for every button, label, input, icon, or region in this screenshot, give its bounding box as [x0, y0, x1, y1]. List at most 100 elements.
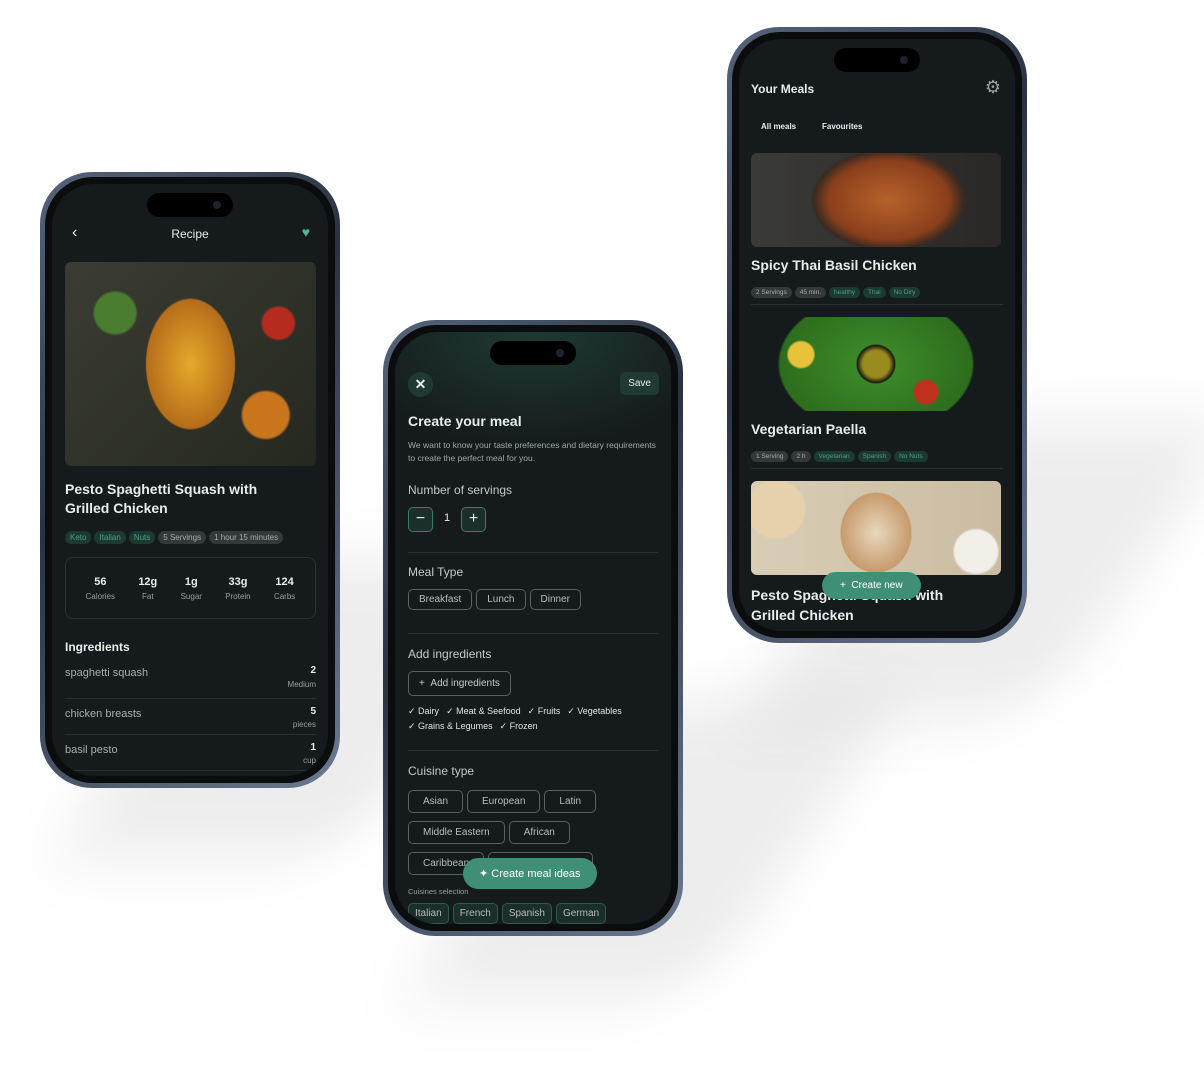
tag: healthy	[829, 287, 861, 298]
ingredient-row[interactable]: spaghetti squash 2 Medium	[65, 663, 316, 699]
tag: No Nuts	[894, 451, 928, 462]
nutrition-label: Carbs	[273, 591, 296, 601]
selected-chip[interactable]: French	[452, 903, 498, 924]
selected-chip[interactable]: German	[555, 903, 607, 924]
ingredient-unit: cup	[303, 756, 316, 765]
nutrition-item: 124 Carbs	[274, 576, 295, 601]
ingredient-row[interactable]: chicken breasts 5 pieces	[65, 699, 316, 735]
add-ingredients-label: Add ingredients	[430, 678, 500, 689]
page-title: Your Meals	[751, 82, 815, 96]
add-ingredients-button[interactable]: + Add ingredients	[408, 671, 511, 696]
check-frozen[interactable]: ✓ Frozen	[500, 719, 538, 733]
tab-all-meals[interactable]: All meals	[761, 122, 796, 131]
check-dairy[interactable]: ✓ Dairy	[408, 704, 439, 718]
servings-value: 1	[444, 512, 451, 524]
heart-icon[interactable]: ♥	[302, 224, 310, 240]
chip-latin[interactable]: Latin	[544, 790, 597, 813]
ingredient-qty: 2	[310, 665, 316, 676]
chip-european[interactable]: European	[467, 790, 541, 813]
divider	[751, 468, 1003, 469]
ingredient-qty: 5	[310, 706, 316, 717]
meal-title: Pesto Spaghetti Squash with Grilled Chic…	[65, 481, 258, 516]
check-label: Meat & Seefood	[456, 706, 521, 716]
tag: 2 h	[791, 451, 811, 462]
create-new-button[interactable]: + Create new	[822, 572, 921, 599]
chip-middle-eastern[interactable]: Middle Eastern	[408, 821, 505, 844]
tags: Keto Italian Nuts 5 Servings 1 hour 15 minut…	[65, 527, 286, 545]
tab-favourites[interactable]: Favourites	[822, 122, 862, 131]
chip-breakfast[interactable]: Breakfast	[408, 589, 473, 610]
nutrition-item: 33g Protein	[225, 576, 250, 601]
tag: 2 Servings	[751, 287, 792, 298]
tag: No Diry	[888, 287, 921, 298]
nutrition-value: 12g	[138, 575, 158, 588]
close-button[interactable]: ✕	[408, 372, 433, 397]
selected-cuisines: Italian French Spanish German	[408, 903, 610, 924]
create-meal-ideas-button[interactable]: ✦ Create meal ideas	[463, 858, 597, 889]
phone-create-meal: ✕ Save Create your meal We want to know …	[383, 320, 683, 936]
sparkle-icon: ✦	[479, 868, 492, 880]
ingredient-name: spaghetti squash	[65, 667, 149, 679]
tag: Italian	[94, 531, 126, 544]
tag: Keto	[65, 531, 92, 544]
divider	[408, 750, 658, 751]
meal-type-chips: Breakfast Lunch Dinner	[408, 589, 585, 618]
nutrition-label: Fat	[142, 591, 154, 601]
plus-icon: +	[840, 580, 852, 591]
check-vegetables[interactable]: ✓ Vegetables	[567, 704, 622, 718]
meal-title[interactable]: Vegetarian Paella	[751, 421, 866, 437]
check-label: Frozen	[509, 721, 538, 731]
save-button[interactable]: Save	[620, 372, 659, 395]
meal-image[interactable]	[751, 317, 1001, 411]
divider	[751, 304, 1003, 305]
chip-asian[interactable]: Asian	[408, 790, 464, 813]
check-fruits[interactable]: ✓ Fruits	[528, 704, 561, 718]
meal-image[interactable]	[751, 153, 1001, 247]
nutrition-value: 124	[275, 575, 294, 588]
nutrition-label: Protein	[225, 591, 251, 601]
nutrition-item: 12g Fat	[138, 576, 157, 601]
chip-lunch[interactable]: Lunch	[476, 589, 526, 610]
ingredient-qty: 1	[310, 742, 316, 753]
tag: Nuts	[128, 531, 156, 544]
check-label: Vegetables	[577, 706, 622, 716]
page-title: Create your meal	[408, 413, 522, 429]
check-label: Dairy	[418, 706, 440, 716]
nutrition-label: Calories	[85, 591, 115, 601]
tag: Spanish	[857, 451, 892, 462]
nutrition-item: 1g Sugar	[181, 576, 202, 601]
nutrition-value: 56	[94, 575, 107, 588]
ingredient-row[interactable]: basil pesto 1 cup	[65, 735, 316, 771]
selected-chip[interactable]: Spanish	[501, 903, 552, 924]
chip-dinner[interactable]: Dinner	[529, 589, 581, 610]
meal-tags: 1 Serving 2 h Vegetarian Spanish No Nuts	[751, 445, 931, 463]
check-label: Fruits	[537, 706, 561, 716]
nutrition-label: Sugar	[180, 591, 202, 601]
nutrition-value: 33g	[228, 575, 248, 588]
chip-african[interactable]: African	[508, 821, 570, 844]
meal-image[interactable]	[751, 481, 1001, 575]
ingredient-unit: pieces	[292, 720, 316, 729]
servings-label: Number of servings	[408, 483, 513, 497]
selection-label: Cuisines selection	[408, 887, 469, 896]
selected-chip[interactable]: Italian	[408, 903, 449, 924]
check-label: Grains & Legumes	[418, 721, 493, 731]
divider	[408, 552, 658, 553]
check-grains[interactable]: ✓ Grains & Legumes	[408, 719, 493, 733]
ingredient-name: basil pesto	[65, 744, 118, 756]
ingredients-label: Add ingredients	[408, 647, 492, 661]
check-meat[interactable]: ✓ Meat & Seefood	[446, 704, 521, 718]
tag: 1 hour 15 minutes	[209, 531, 284, 544]
meal-type-label: Meal Type	[408, 565, 464, 579]
fab-label: Create new	[851, 580, 903, 591]
nutrition-value: 1g	[184, 575, 198, 588]
page-title: Recipe	[171, 227, 209, 241]
phone-your-meals: Your Meals ⚙ All meals Favourites Spicy …	[727, 27, 1027, 643]
decrement-button[interactable]: −	[408, 507, 433, 532]
phone-recipe: ‹ Recipe ♥ Pesto Spaghetti Squash with G…	[40, 172, 340, 788]
gear-icon[interactable]: ⚙	[985, 77, 1001, 98]
meal-title[interactable]: Spicy Thai Basil Chicken	[751, 257, 917, 273]
plus-icon: +	[419, 678, 431, 689]
increment-button[interactable]: +	[461, 507, 486, 532]
recipe-image	[65, 262, 316, 466]
